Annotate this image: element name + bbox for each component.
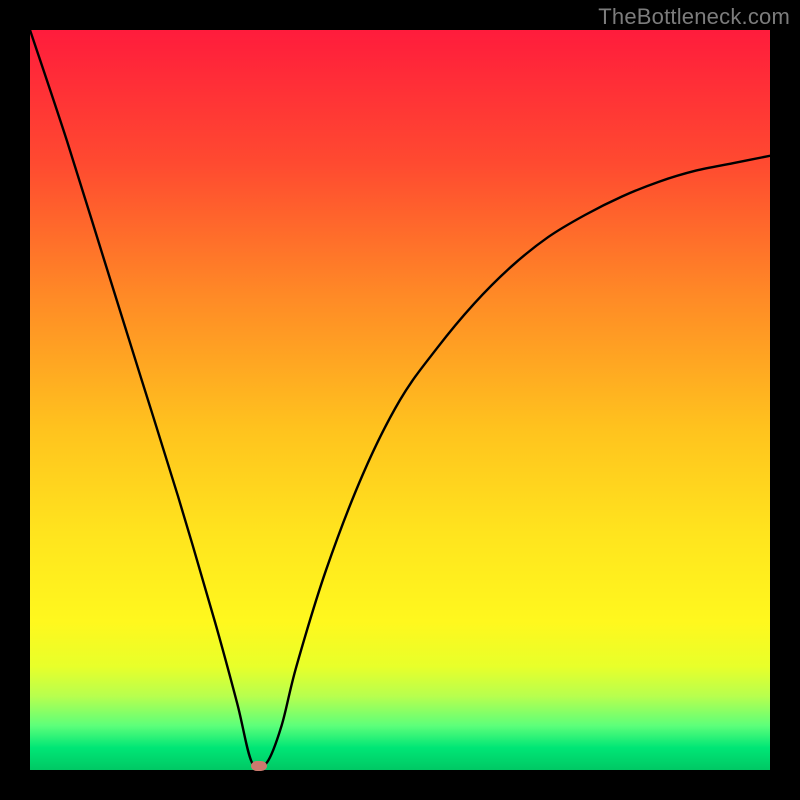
bottleneck-curve bbox=[30, 30, 770, 770]
watermark-label: TheBottleneck.com bbox=[598, 4, 790, 30]
chart-stage: TheBottleneck.com bbox=[0, 0, 800, 800]
chart-plot-area bbox=[30, 30, 770, 770]
minimum-marker bbox=[251, 761, 267, 771]
